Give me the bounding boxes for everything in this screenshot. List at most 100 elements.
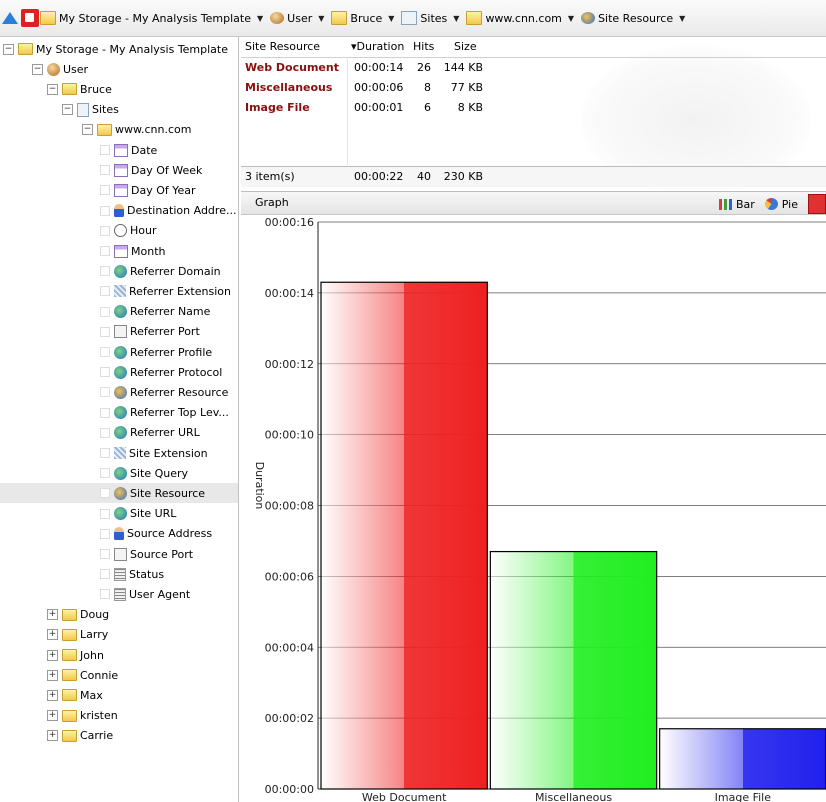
tree-node[interactable]: − My Storage - My Analysis Template: [0, 39, 238, 59]
breadcrumb-item[interactable]: www.cnn.com ▼: [466, 11, 574, 25]
tree-node[interactable]: + Doug: [0, 605, 238, 625]
collapse-icon[interactable]: −: [47, 83, 58, 95]
delete-button[interactable]: [21, 9, 39, 27]
checkbox[interactable]: [100, 508, 110, 519]
breadcrumb-item[interactable]: Bruce ▼: [331, 11, 394, 25]
expand-icon[interactable]: +: [47, 609, 58, 621]
bar-chart-button[interactable]: Bar: [718, 198, 755, 211]
expand-icon[interactable]: +: [47, 710, 58, 722]
tree-node[interactable]: − Bruce: [0, 79, 238, 99]
pie-chart-button[interactable]: Pie: [764, 198, 798, 211]
tree-node[interactable]: + Connie: [0, 665, 238, 685]
breadcrumb-item[interactable]: Sites ▼: [401, 11, 459, 25]
tree-node[interactable]: + Carrie: [0, 726, 238, 746]
checkbox[interactable]: [100, 165, 110, 176]
tree-node[interactable]: Referrer Name: [0, 302, 238, 322]
breadcrumb-item[interactable]: My Storage - My Analysis Template ▼: [40, 11, 263, 25]
tree-node[interactable]: Date: [0, 140, 238, 160]
checkbox[interactable]: [100, 185, 110, 196]
checkbox[interactable]: [100, 589, 110, 600]
chevron-down-icon[interactable]: ▼: [318, 14, 324, 23]
tree-node[interactable]: Source Address: [0, 524, 238, 544]
collapse-icon[interactable]: −: [32, 63, 43, 75]
collapse-icon[interactable]: −: [82, 124, 93, 136]
tree-node[interactable]: Referrer Profile: [0, 342, 238, 362]
checkbox[interactable]: [100, 246, 110, 256]
tree-node[interactable]: − www.cnn.com: [0, 120, 238, 140]
tree-node-label: Site Resource: [130, 486, 206, 500]
checkbox[interactable]: [100, 468, 110, 479]
tree-node[interactable]: Referrer URL: [0, 423, 238, 443]
expand-icon[interactable]: +: [47, 649, 58, 661]
tree-node[interactable]: + Larry: [0, 625, 238, 645]
tree-node[interactable]: Site Extension: [0, 443, 238, 463]
tree-node[interactable]: Hour: [0, 221, 238, 241]
up-arrow-icon[interactable]: [2, 9, 18, 27]
line-chart-icon: [808, 194, 826, 214]
checkbox[interactable]: [100, 225, 110, 236]
table-row[interactable]: Image File 00:00:01 6 8 KB: [241, 98, 826, 118]
checkbox[interactable]: [100, 347, 110, 357]
expand-icon[interactable]: +: [47, 730, 58, 742]
chevron-down-icon[interactable]: ▼: [388, 14, 394, 23]
checkbox[interactable]: [100, 427, 110, 438]
breadcrumb-item[interactable]: Site Resource ▼: [581, 12, 685, 25]
tree-node[interactable]: Referrer Extension: [0, 281, 238, 301]
expand-icon[interactable]: +: [47, 689, 58, 701]
checkbox[interactable]: [100, 387, 110, 398]
checkbox[interactable]: [100, 286, 110, 297]
column-header-site-resource[interactable]: Site Resource: [245, 37, 320, 57]
checkbox[interactable]: [100, 326, 110, 337]
tree-node[interactable]: Referrer Protocol: [0, 362, 238, 382]
tree-node[interactable]: Source Port: [0, 544, 238, 564]
collapse-icon[interactable]: −: [3, 43, 14, 55]
table-row[interactable]: Miscellaneous 00:00:06 8 77 KB: [241, 78, 826, 98]
checkbox[interactable]: [100, 145, 110, 155]
checkbox[interactable]: [100, 407, 110, 418]
chevron-down-icon[interactable]: ▼: [453, 14, 459, 23]
line-chart-button[interactable]: [808, 194, 826, 214]
tree-node[interactable]: Referrer Resource: [0, 382, 238, 402]
tree-node[interactable]: Status: [0, 564, 238, 584]
column-header-duration[interactable]: ▾Duration: [351, 37, 404, 57]
expand-icon[interactable]: +: [47, 629, 58, 641]
column-header-size[interactable]: Size: [454, 37, 477, 57]
tree-node[interactable]: + kristen: [0, 706, 238, 726]
checkbox[interactable]: [100, 569, 110, 580]
breadcrumb-item[interactable]: User ▼: [270, 12, 324, 25]
checkbox[interactable]: [100, 367, 110, 378]
tree-node[interactable]: Referrer Domain: [0, 261, 238, 281]
expand-icon[interactable]: +: [47, 669, 58, 681]
tree-node[interactable]: − User: [0, 59, 238, 79]
tree-node[interactable]: Referrer Top Lev...: [0, 403, 238, 423]
tree-node[interactable]: + Max: [0, 685, 238, 705]
tree-node[interactable]: Month: [0, 241, 238, 261]
table-row[interactable]: Web Document 00:00:14 26 144 KB: [241, 58, 826, 78]
bar: [489, 550, 658, 790]
cell-resource: Image File: [245, 101, 310, 114]
tree-node[interactable]: Destination Addre...: [0, 201, 238, 221]
tree-node[interactable]: + John: [0, 645, 238, 665]
checkbox[interactable]: [100, 205, 110, 216]
tree-node[interactable]: Day Of Week: [0, 160, 238, 180]
tree-node[interactable]: Referrer Port: [0, 322, 238, 342]
chevron-down-icon[interactable]: ▼: [568, 14, 574, 23]
checkbox[interactable]: [100, 448, 110, 458]
tree-node[interactable]: − Sites: [0, 100, 238, 120]
chevron-down-icon[interactable]: ▼: [679, 14, 685, 23]
checkbox[interactable]: [100, 306, 110, 317]
checkbox[interactable]: [100, 528, 110, 539]
chevron-down-icon[interactable]: ▼: [257, 14, 263, 23]
tree-node[interactable]: Site URL: [0, 504, 238, 524]
cell-resource: Web Document: [245, 61, 339, 74]
tree-node[interactable]: Site Query: [0, 463, 238, 483]
column-header-hits[interactable]: Hits: [413, 37, 434, 57]
tree-node[interactable]: User Agent: [0, 584, 238, 604]
checkbox[interactable]: [100, 488, 110, 499]
checkbox[interactable]: [100, 266, 110, 277]
collapse-icon[interactable]: −: [62, 104, 73, 116]
checkbox[interactable]: [100, 549, 110, 559]
breadcrumb-label: Sites: [420, 11, 448, 25]
tree-node[interactable]: Site Resource: [0, 483, 238, 504]
tree-node[interactable]: Day Of Year: [0, 180, 238, 200]
